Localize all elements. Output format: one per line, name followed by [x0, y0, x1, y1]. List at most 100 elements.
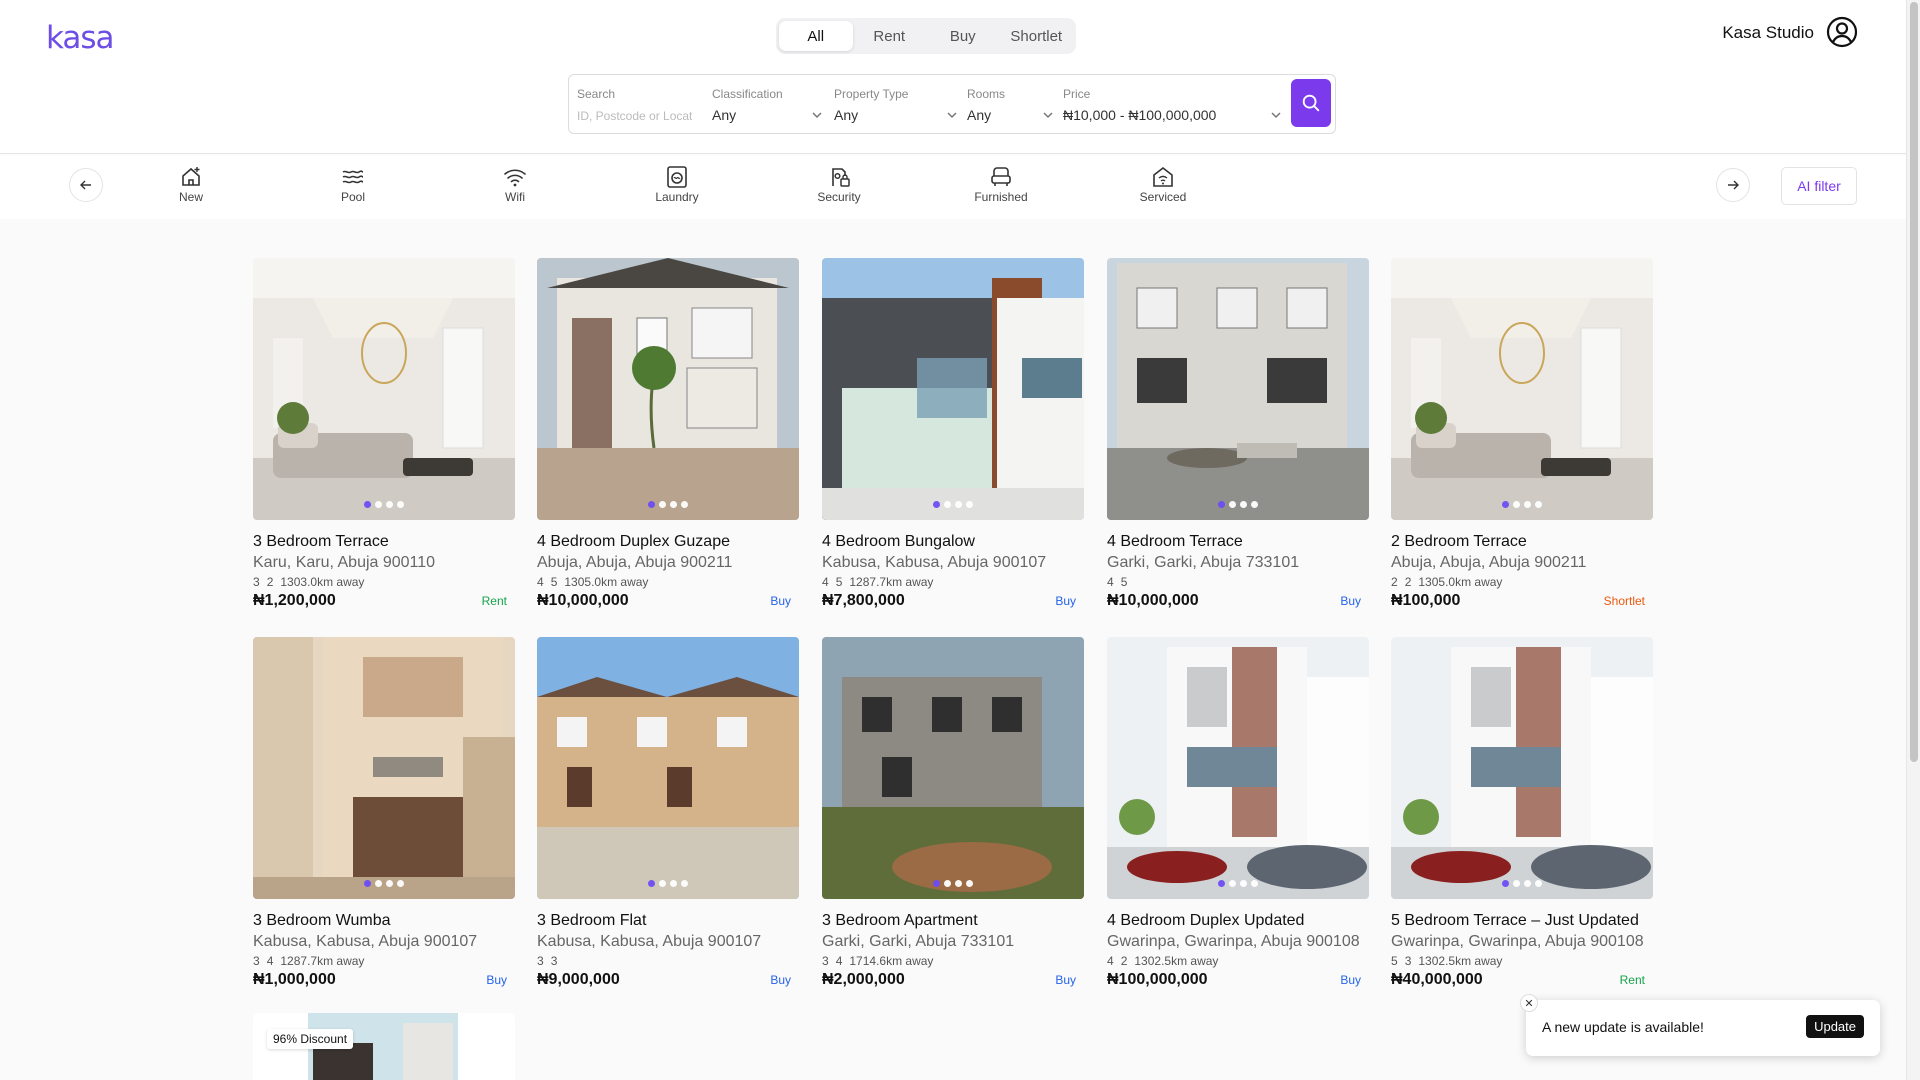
price-select[interactable]: Price ₦10,000 - ₦100,000,000 — [1063, 87, 1216, 123]
chevron-down-icon — [1271, 112, 1281, 119]
listing-type-badge: Buy — [770, 973, 791, 987]
listing-meta: 4 5 1305.0km away — [537, 575, 649, 589]
listing-card[interactable]: 4 Bedroom Terrace Garki, Garki, Abuja 73… — [1107, 258, 1369, 610]
listing-location: Abuja, Abuja, Abuja 900211 — [537, 554, 733, 571]
listing-photo[interactable] — [822, 637, 1084, 899]
rooms-select[interactable]: Rooms Any — [967, 87, 1005, 123]
listing-price: ₦7,800,000 — [822, 592, 905, 609]
listing-card[interactable]: 5 Bedroom Terrace – Just Updated Gwarinp… — [1391, 637, 1653, 989]
photo-carousel-dots[interactable] — [253, 501, 515, 508]
user-circle-icon[interactable] — [1826, 16, 1858, 48]
category-laundry[interactable]: Laundry — [627, 166, 727, 204]
photo-carousel-dots[interactable] — [253, 880, 515, 887]
listing-photo[interactable] — [253, 258, 515, 520]
search-icon — [1302, 94, 1320, 112]
listing-mode-tabs: All Rent Buy Shortlet — [776, 18, 1076, 54]
listing-type-badge: Buy — [1055, 973, 1076, 987]
category-new[interactable]: New — [141, 166, 241, 204]
security-icon — [832, 168, 850, 187]
listing-location: Garki, Garki, Abuja 733101 — [1107, 554, 1300, 571]
category-label: Furnished — [974, 190, 1028, 204]
listing-photo[interactable] — [537, 637, 799, 899]
property-type-value: Any — [834, 107, 859, 123]
price-label: Price — [1063, 87, 1091, 101]
listing-card[interactable]: 3 Bedroom Apartment Garki, Garki, Abuja … — [822, 637, 1084, 989]
listing-type-badge: Buy — [486, 973, 507, 987]
kasa-logo[interactable]: kasa — [46, 20, 115, 56]
listing-location: Gwarinpa, Gwarinpa, Abuja 900108 — [1391, 933, 1644, 950]
listing-meta: 4 5 1287.7km away — [822, 575, 934, 589]
category-label: Security — [817, 190, 861, 204]
property-type-select[interactable]: Property Type Any — [834, 87, 908, 123]
listing-meta: 3 4 1287.7km away — [253, 954, 365, 968]
pool-icon — [342, 170, 364, 184]
listing-title: 3 Bedroom Terrace — [253, 533, 389, 550]
listing-location: Kabusa, Kabusa, Abuja 900107 — [253, 933, 478, 950]
category-label: Pool — [340, 190, 366, 204]
category-label: New — [178, 190, 203, 204]
search-button[interactable] — [1291, 79, 1331, 127]
photo-carousel-dots[interactable] — [1107, 501, 1369, 508]
category-serviced[interactable]: Serviced — [1113, 166, 1213, 204]
search-input[interactable]: ID, Postcode or Location — [577, 109, 692, 123]
photo-carousel-dots[interactable] — [822, 880, 1084, 887]
photo-carousel-dots[interactable] — [1391, 501, 1653, 508]
page-scrollbar[interactable] — [1906, 0, 1920, 1080]
listing-photo[interactable] — [822, 258, 1084, 520]
listing-title: 4 Bedroom Duplex Updated — [1107, 912, 1305, 929]
scroll-left-button[interactable] — [69, 168, 103, 202]
listing-meta: 33 — [537, 954, 558, 968]
listing-card[interactable]: 4 Bedroom Duplex Guzape Abuja, Abuja, Ab… — [537, 258, 799, 610]
listing-card[interactable]: 2 Bedroom Terrace Abuja, Abuja, Abuja 90… — [1391, 258, 1653, 610]
listing-card[interactable]: 3 Bedroom Terrace Karu, Karu, Abuja 9001… — [253, 258, 515, 610]
category-wifi[interactable]: Wifi — [465, 166, 565, 204]
listing-location: Kabusa, Kabusa, Abuja 900107 — [537, 933, 762, 950]
listing-meta: 3 2 1303.0km away — [253, 575, 365, 589]
listing-type-badge: Buy — [1340, 594, 1361, 608]
photo-carousel-dots[interactable] — [1391, 880, 1653, 887]
photo-carousel-dots[interactable] — [1107, 880, 1369, 887]
listing-photo[interactable] — [1107, 258, 1369, 520]
tab-all[interactable]: All — [779, 21, 853, 51]
listing-photo[interactable] — [1391, 637, 1653, 899]
ai-filter-button[interactable]: AI filter — [1781, 167, 1857, 205]
listing-meta: 3 4 1714.6km away — [822, 954, 934, 968]
toast-message: A new update is available! — [1542, 1019, 1704, 1035]
tab-shortlet[interactable]: Shortlet — [1000, 21, 1074, 51]
rooms-value: Any — [967, 107, 992, 123]
listing-meta: 5 3 1302.5km away — [1391, 954, 1503, 968]
kasa-studio-link[interactable]: Kasa Studio — [1722, 23, 1814, 43]
listing-card[interactable]: 4 Bedroom Bungalow Kabusa, Kabusa, Abuja… — [822, 258, 1084, 610]
listing-photo[interactable] — [1107, 637, 1369, 899]
listing-photo[interactable] — [537, 258, 799, 520]
listing-photo[interactable] — [1391, 258, 1653, 520]
classification-select[interactable]: Classification Any — [712, 87, 783, 123]
category-filter-strip: New Pool Wifi Laundry Security Furnished… — [0, 155, 1906, 219]
listing-photo[interactable] — [253, 637, 515, 899]
photo-carousel-dots[interactable] — [822, 501, 1084, 508]
category-furnished[interactable]: Furnished — [951, 166, 1051, 204]
listing-location: Gwarinpa, Gwarinpa, Abuja 900108 — [1107, 933, 1360, 950]
listing-card[interactable]: 3 Bedroom Flat Kabusa, Kabusa, Abuja 900… — [537, 637, 799, 989]
scroll-right-button[interactable] — [1716, 168, 1750, 202]
bungalow-image — [822, 258, 1084, 520]
rooms-label: Rooms — [967, 87, 1006, 101]
search-label: Search — [577, 87, 616, 101]
update-button[interactable]: Update — [1806, 1015, 1864, 1038]
search-field[interactable]: Search ID, Postcode or Location — [577, 87, 692, 123]
listing-title: 2 Bedroom Terrace — [1391, 533, 1527, 550]
listing-card[interactable]: 4 Bedroom Duplex Updated Gwarinpa, Gwari… — [1107, 637, 1369, 989]
header: kasa All Rent Buy Shortlet Kasa Studio S… — [0, 0, 1906, 154]
category-pool[interactable]: Pool — [303, 166, 403, 204]
photo-carousel-dots[interactable] — [537, 501, 799, 508]
category-security[interactable]: Security — [789, 166, 889, 204]
tab-rent[interactable]: Rent — [853, 21, 927, 51]
price-value: ₦10,000 - ₦100,000,000 — [1063, 107, 1217, 123]
listing-card[interactable]: 96% Discount — [253, 1013, 515, 1080]
tab-buy[interactable]: Buy — [926, 21, 1000, 51]
photo-carousel-dots[interactable] — [537, 880, 799, 887]
serviced-icon — [1153, 166, 1173, 187]
close-icon[interactable]: ✕ — [1520, 994, 1538, 1012]
listing-card[interactable]: 3 Bedroom Wumba Kabusa, Kabusa, Abuja 90… — [253, 637, 515, 989]
scrollbar-thumb[interactable] — [1910, 2, 1918, 762]
